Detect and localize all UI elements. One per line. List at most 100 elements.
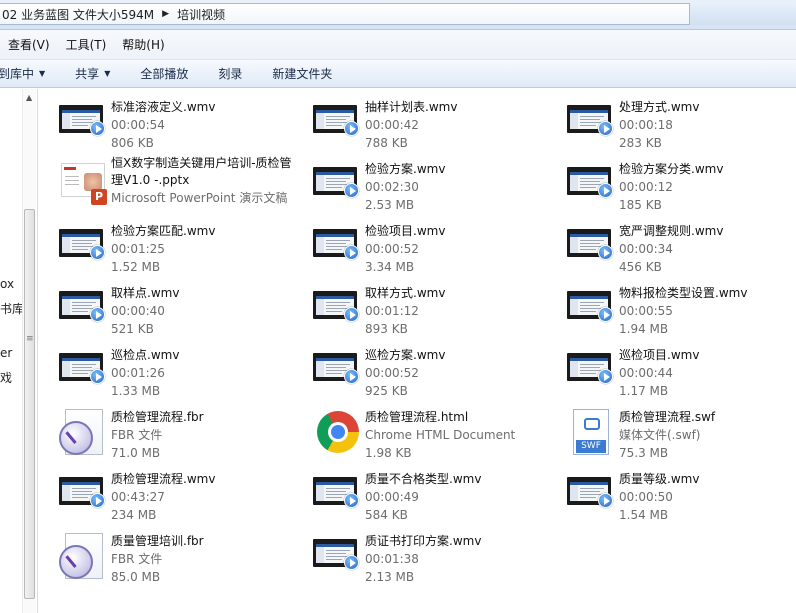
include-in-library-button[interactable]: 到库中 ▼: [0, 65, 45, 82]
file-info: 巡检点.wmv 00:01:26 1.33 MB: [111, 346, 301, 400]
file-name: 巡检项目.wmv: [619, 348, 700, 362]
file-item[interactable]: 检验项目.wmv 00:00:52 3.34 MB: [311, 215, 551, 274]
command-toolbar: 到库中 ▼ 共享 ▼ 全部播放 刻录 新建文件夹: [0, 60, 796, 88]
video-file-icon: [311, 161, 359, 199]
file-name: 恒X数字制造关键用户培训-质检管理V1.0 -.pptx: [111, 156, 292, 187]
file-name: 质检管理流程.wmv: [111, 472, 216, 486]
file-type: Chrome HTML Document: [365, 428, 516, 442]
fbr-file-icon: [57, 533, 105, 579]
file-item[interactable]: P 恒X数字制造关键用户培训-质检管理V1.0 -.pptx Microsoft P…: [57, 153, 297, 211]
file-item[interactable]: 检验方案分类.wmv 00:00:12 185 KB: [565, 153, 796, 212]
video-file-icon: [565, 99, 613, 137]
nav-scrollbar[interactable]: ▲ ≡: [22, 89, 36, 613]
menu-tools[interactable]: 工具(T): [66, 36, 107, 53]
menu-bar: 查看(V) 工具(T) 帮助(H): [0, 30, 796, 60]
file-item[interactable]: 质检管理流程.fbr FBR 文件 71.0 MB: [57, 401, 297, 460]
file-item[interactable]: 巡检项目.wmv 00:00:44 1.17 MB: [565, 339, 796, 398]
file-info: 质量不合格类型.wmv 00:00:49 584 KB: [365, 470, 555, 524]
play-all-button[interactable]: 全部播放: [140, 65, 188, 82]
file-size: 1.54 MB: [619, 508, 669, 522]
file-item[interactable]: 抽样计划表.wmv 00:00:42 788 KB: [311, 91, 551, 150]
file-size: 71.0 MB: [111, 446, 161, 460]
share-button[interactable]: 共享 ▼: [75, 65, 110, 82]
file-size: 1.17 MB: [619, 384, 669, 398]
file-item[interactable]: 物料报检类型设置.wmv 00:00:55 1.94 MB: [565, 277, 796, 336]
file-item[interactable]: 质量管理培训.fbr FBR 文件 85.0 MB: [57, 525, 297, 584]
address-field[interactable]: 02 业务蓝图 文件大小594M ▶ 培训视频: [0, 3, 690, 25]
swf-badge: SWF: [576, 440, 606, 453]
file-item[interactable]: SWF 质检管理流程.swf 媒体文件(.swf) 75.3 MB: [565, 401, 796, 460]
breadcrumb-arrow-icon[interactable]: ▶: [162, 9, 169, 19]
nav-item-1[interactable]: ox: [0, 277, 14, 291]
file-type: 媒体文件(.swf): [619, 428, 701, 442]
file-duration: 00:01:38: [365, 552, 419, 566]
file-name: 巡检方案.wmv: [365, 348, 446, 362]
file-name: 取样方式.wmv: [365, 286, 446, 300]
chrome-icon: [311, 409, 359, 453]
scroll-up-icon[interactable]: ▲: [26, 93, 32, 102]
file-item[interactable]: 质量等级.wmv 00:00:50 1.54 MB: [565, 463, 796, 522]
file-item[interactable]: 质检管理流程.wmv 00:43:27 234 MB: [57, 463, 297, 522]
file-name: 检验项目.wmv: [365, 224, 446, 238]
file-duration: 00:02:30: [365, 180, 419, 194]
nav-item-3[interactable]: er: [0, 346, 12, 360]
file-item[interactable]: 质量不合格类型.wmv 00:00:49 584 KB: [311, 463, 551, 522]
file-duration: 00:43:27: [111, 490, 165, 504]
file-info: 质证书打印方案.wmv 00:01:38 2.13 MB: [365, 532, 555, 586]
file-item[interactable]: 质检管理流程.html Chrome HTML Document 1.98 KB: [311, 401, 551, 460]
breadcrumb-segment-current[interactable]: 培训视频: [177, 6, 225, 23]
chevron-down-icon: ▼: [39, 69, 46, 78]
file-type: FBR 文件: [111, 428, 163, 442]
file-duration: 00:00:42: [365, 118, 419, 132]
file-duration: 00:00:40: [111, 304, 165, 318]
file-duration: 00:00:18: [619, 118, 673, 132]
file-item[interactable]: 检验方案.wmv 00:02:30 2.53 MB: [311, 153, 551, 212]
nav-item-4[interactable]: 戏: [0, 369, 12, 386]
file-name: 质量管理培训.fbr: [111, 534, 204, 548]
file-info: 宽严调整规则.wmv 00:00:34 456 KB: [619, 222, 796, 276]
video-file-icon: [57, 471, 105, 509]
file-duration: 00:00:55: [619, 304, 673, 318]
ppt-badge: P: [91, 189, 107, 205]
nav-item-2[interactable]: 书库: [0, 300, 24, 317]
file-duration: 00:01:26: [111, 366, 165, 380]
burn-button[interactable]: 刻录: [218, 65, 242, 82]
file-name: 质检管理流程.fbr: [111, 410, 204, 424]
include-in-library-label: 到库中: [0, 67, 35, 81]
file-item[interactable]: 检验方案匹配.wmv 00:01:25 1.52 MB: [57, 215, 297, 274]
video-file-icon: [311, 347, 359, 385]
menu-view[interactable]: 查看(V): [8, 36, 50, 53]
file-item[interactable]: 处理方式.wmv 00:00:18 283 KB: [565, 91, 796, 150]
video-file-icon: [565, 471, 613, 509]
video-file-icon: [565, 223, 613, 261]
file-item[interactable]: 巡检点.wmv 00:01:26 1.33 MB: [57, 339, 297, 398]
file-type: FBR 文件: [111, 552, 163, 566]
file-size: 584 KB: [365, 508, 408, 522]
file-item[interactable]: 宽严调整规则.wmv 00:00:34 456 KB: [565, 215, 796, 276]
file-info: 质检管理流程.wmv 00:43:27 234 MB: [111, 470, 301, 524]
file-item[interactable]: 质证书打印方案.wmv 00:01:38 2.13 MB: [311, 525, 551, 584]
file-info: 巡检方案.wmv 00:00:52 925 KB: [365, 346, 555, 400]
file-item[interactable]: 巡检方案.wmv 00:00:52 925 KB: [311, 339, 551, 398]
breadcrumb-segment-parent[interactable]: 02 业务蓝图 文件大小594M: [2, 6, 154, 23]
file-info: 质检管理流程.fbr FBR 文件 71.0 MB: [111, 408, 301, 462]
menu-help[interactable]: 帮助(H): [122, 36, 164, 53]
file-duration: 00:00:50: [619, 490, 673, 504]
file-name: 质检管理流程.html: [365, 410, 469, 424]
file-size: 3.34 MB: [365, 260, 415, 274]
swf-file-icon: SWF: [565, 409, 613, 455]
file-size: 788 KB: [365, 136, 408, 150]
fbr-file-icon: [57, 409, 105, 455]
file-name: 检验方案匹配.wmv: [111, 224, 216, 238]
scrollbar-thumb[interactable]: [24, 209, 35, 599]
file-item[interactable]: 标准溶液定义.wmv 00:00:54 806 KB: [57, 91, 297, 150]
file-item[interactable]: 取样点.wmv 00:00:40 521 KB: [57, 277, 297, 336]
file-duration: 00:00:12: [619, 180, 673, 194]
video-file-icon: [565, 285, 613, 323]
file-name: 检验方案.wmv: [365, 162, 446, 176]
file-size: 85.0 MB: [111, 570, 161, 584]
file-item[interactable]: 取样方式.wmv 00:01:12 893 KB: [311, 277, 551, 336]
file-duration: 00:01:12: [365, 304, 419, 318]
new-folder-button[interactable]: 新建文件夹: [272, 65, 332, 82]
file-info: 取样点.wmv 00:00:40 521 KB: [111, 284, 301, 338]
